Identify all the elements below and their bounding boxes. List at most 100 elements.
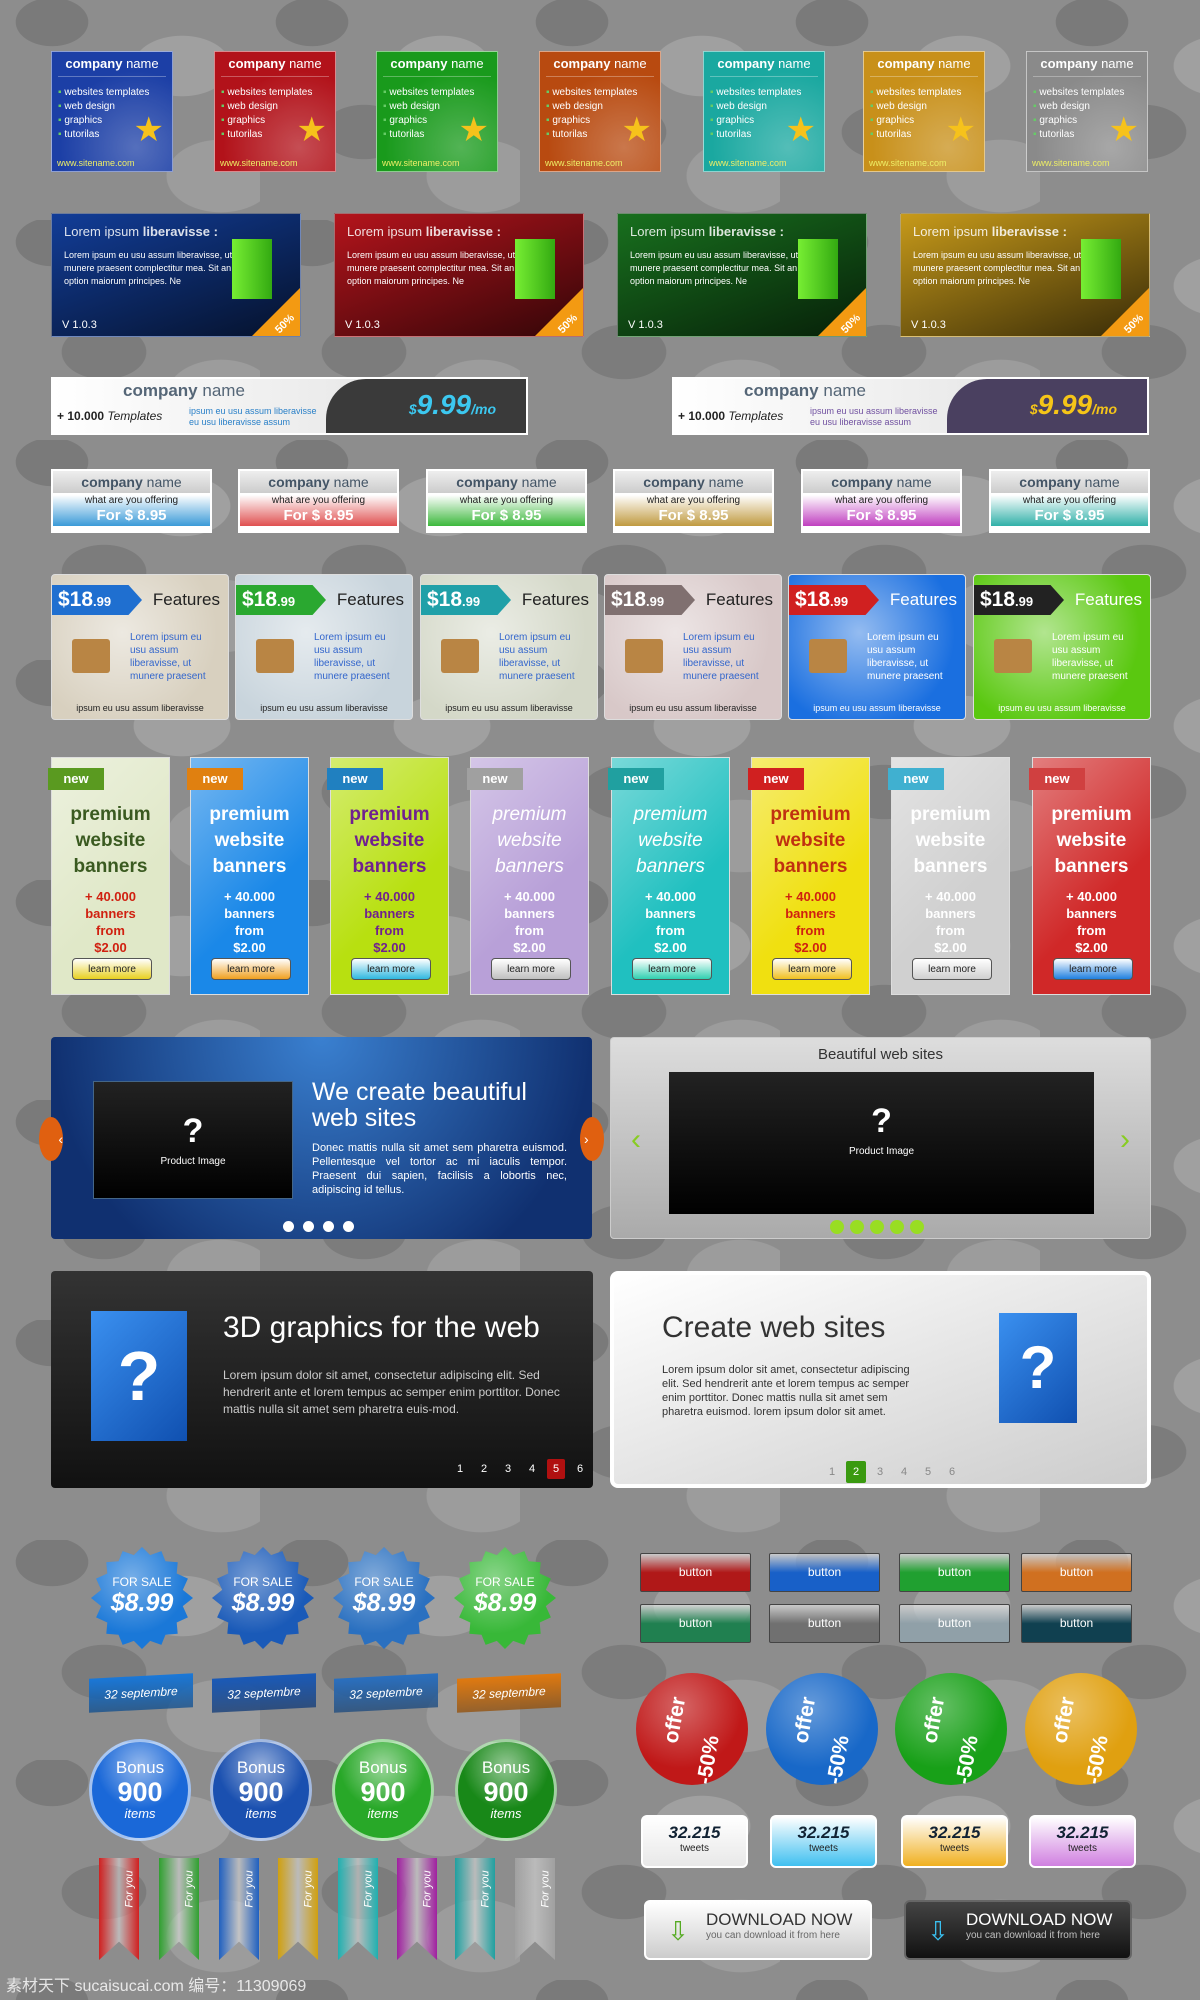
templates-bold: + 10.000 [57, 409, 105, 423]
title-line: premium [1051, 804, 1132, 825]
bookmark-ribbon: For you [99, 1858, 139, 1960]
learn-more-button[interactable]: learn more [211, 958, 291, 980]
pagination-dot[interactable] [870, 1220, 884, 1234]
glossy-button[interactable]: button [640, 1553, 751, 1592]
page-number[interactable]: 3 [870, 1461, 890, 1483]
learn-more-button[interactable]: learn more [912, 958, 992, 980]
title-line: banners [73, 856, 148, 877]
learn-more-button[interactable]: learn more [72, 958, 152, 980]
slider-dark[interactable]: ? 3D graphics for the web Lorem ipsum dolo… [51, 1271, 593, 1488]
page-number[interactable]: 5 [918, 1461, 938, 1483]
download-button[interactable]: ⇩ DOWNLOAD NOW you can download it from he… [644, 1900, 872, 1960]
page-number[interactable]: 6 [942, 1461, 962, 1483]
pagination-dot[interactable] [850, 1220, 864, 1234]
pagination-dot[interactable] [830, 1220, 844, 1234]
offer-box[interactable]: company name what are you offering For $ 8… [613, 469, 774, 533]
feature-box[interactable]: $18.99 Features Lorem ipsum eu usu assum l… [51, 574, 229, 720]
glossy-button[interactable]: button [899, 1604, 1010, 1643]
feature-box[interactable]: $18.99 Features Lorem ipsum eu usu assum l… [235, 574, 413, 720]
tweet-badge[interactable]: 32.215 tweets [1029, 1815, 1136, 1868]
pagination-dot[interactable] [343, 1221, 354, 1232]
pricing-banner[interactable]: company name + 10.000 Templates ipsum eu u… [51, 377, 528, 435]
vertical-banner[interactable]: new premium website banners + 40.000 banners f… [467, 757, 589, 995]
pricing-banner[interactable]: company name + 10.000 Templates ipsum eu u… [672, 377, 1149, 435]
pagination-dot[interactable] [890, 1220, 904, 1234]
vertical-banner[interactable]: new premium website banners + 40.000 banners f… [1029, 757, 1151, 995]
vertical-banner[interactable]: new premium website banners + 40.000 banners f… [608, 757, 730, 995]
heading-light: Lorem ipsum [64, 224, 140, 239]
glossy-button[interactable]: button [640, 1604, 751, 1643]
bookmark-label: For you [362, 1870, 375, 1908]
product-banner[interactable]: Lorem ipsum liberavisse : Lorem ipsum eu … [51, 213, 301, 337]
company-card[interactable]: company namewebsites templatesweb design… [51, 51, 173, 172]
tweet-badge[interactable]: 32.215 tweets [641, 1815, 748, 1868]
pagination-dot[interactable] [303, 1221, 314, 1232]
page-number[interactable]: 6 [571, 1459, 589, 1479]
bookmark-label: For you [302, 1870, 315, 1908]
glossy-button[interactable]: button [769, 1553, 880, 1592]
tweet-badge[interactable]: 32.215 tweets [770, 1815, 877, 1868]
slider-blue[interactable]: ? Product Image We create beautiful web si… [39, 1037, 604, 1239]
page-number[interactable]: 4 [523, 1459, 541, 1479]
learn-more-button[interactable]: learn more [632, 958, 712, 980]
product-image: ? Product Image [93, 1081, 293, 1199]
learn-more-button[interactable]: learn more [491, 958, 571, 980]
vertical-banner[interactable]: new premium website banners + 40.000 banners f… [888, 757, 1010, 995]
offer-box[interactable]: company name what are you offering For $ 8… [801, 469, 962, 533]
prev-arrow[interactable]: ‹ [631, 1123, 641, 1157]
company-card[interactable]: company namewebsites templatesweb design… [1026, 51, 1148, 172]
price-currency: $ [408, 401, 417, 417]
page-number[interactable]: 1 [451, 1459, 469, 1479]
vertical-banner[interactable]: new premium website banners + 40.000 banners f… [327, 757, 449, 995]
next-arrow[interactable]: › [1120, 1123, 1130, 1157]
feature-box[interactable]: $18.99 Features Lorem ipsum eu usu assum l… [788, 574, 966, 720]
vertical-banner[interactable]: new premium website banners + 40.000 banners f… [48, 757, 170, 995]
learn-more-button[interactable]: learn more [1053, 958, 1133, 980]
company-card[interactable]: company namewebsites templatesweb design… [703, 51, 825, 172]
next-arrow[interactable]: › [580, 1117, 604, 1161]
prev-arrow[interactable]: ‹ [39, 1117, 63, 1161]
feature-box[interactable]: $18.99 Features Lorem ipsum eu usu assum l… [604, 574, 782, 720]
company-card[interactable]: company namewebsites templatesweb design… [863, 51, 985, 172]
glossy-button[interactable]: button [769, 1604, 880, 1643]
feature-box[interactable]: $18.99 Features Lorem ipsum eu usu assum l… [973, 574, 1151, 720]
product-banner[interactable]: Lorem ipsum liberavisse : Lorem ipsum eu … [900, 213, 1150, 337]
page-number[interactable]: 5 [547, 1459, 565, 1479]
page-number[interactable]: 3 [499, 1459, 517, 1479]
offer-box[interactable]: company name what are you offering For $ 8… [238, 469, 399, 533]
pagination-dot[interactable] [323, 1221, 334, 1232]
title-line: premium [910, 804, 991, 825]
bookmark-label: For you [123, 1870, 136, 1908]
company-card[interactable]: company namewebsites templatesweb design… [539, 51, 661, 172]
sale-badge: FOR SALE $8.99 [454, 1547, 556, 1649]
page-number[interactable]: 2 [475, 1459, 493, 1479]
learn-more-button[interactable]: learn more [772, 958, 852, 980]
page-number[interactable]: 1 [822, 1461, 842, 1483]
learn-more-button[interactable]: learn more [351, 958, 431, 980]
offer-box[interactable]: company name what are you offering For $ 8… [426, 469, 587, 533]
product-banner[interactable]: Lorem ipsum liberavisse : Lorem ipsum eu … [617, 213, 867, 337]
glossy-button[interactable]: button [1021, 1604, 1132, 1643]
pagination-dot[interactable] [910, 1220, 924, 1234]
feature-box[interactable]: $18.99 Features Lorem ipsum eu usu assum l… [420, 574, 598, 720]
vertical-banner[interactable]: new premium website banners + 40.000 banners f… [748, 757, 870, 995]
sticker-label: offer [659, 1695, 691, 1745]
download-button[interactable]: ⇩ DOWNLOAD NOW you can download it from he… [904, 1900, 1132, 1960]
page-number[interactable]: 4 [894, 1461, 914, 1483]
page-number[interactable]: 2 [846, 1461, 866, 1483]
offer-box[interactable]: company name what are you offering For $ 8… [989, 469, 1150, 533]
company-card[interactable]: company namewebsites templatesweb design… [214, 51, 336, 172]
product-banner[interactable]: Lorem ipsum liberavisse : Lorem ipsum eu … [334, 213, 584, 337]
company-card[interactable]: company namewebsites templatesweb design… [376, 51, 498, 172]
offer-box[interactable]: company name what are you offering For $ 8… [51, 469, 212, 533]
glossy-button[interactable]: button [899, 1553, 1010, 1592]
slider-light[interactable]: Create web sites Lorem ipsum dolor sit am… [610, 1271, 1151, 1488]
sale-label: FOR SALE [233, 1575, 293, 1589]
glossy-button[interactable]: button [1021, 1553, 1132, 1592]
tweet-badge[interactable]: 32.215 tweets [901, 1815, 1008, 1868]
slider-gray[interactable]: Beautiful web sites? Product Image ‹ › [610, 1037, 1151, 1239]
pagination-dot[interactable] [283, 1221, 294, 1232]
offer-price: For $ 8.95 [283, 507, 354, 524]
company-name: company name [803, 471, 960, 493]
vertical-banner[interactable]: new premium website banners + 40.000 banners f… [187, 757, 309, 995]
